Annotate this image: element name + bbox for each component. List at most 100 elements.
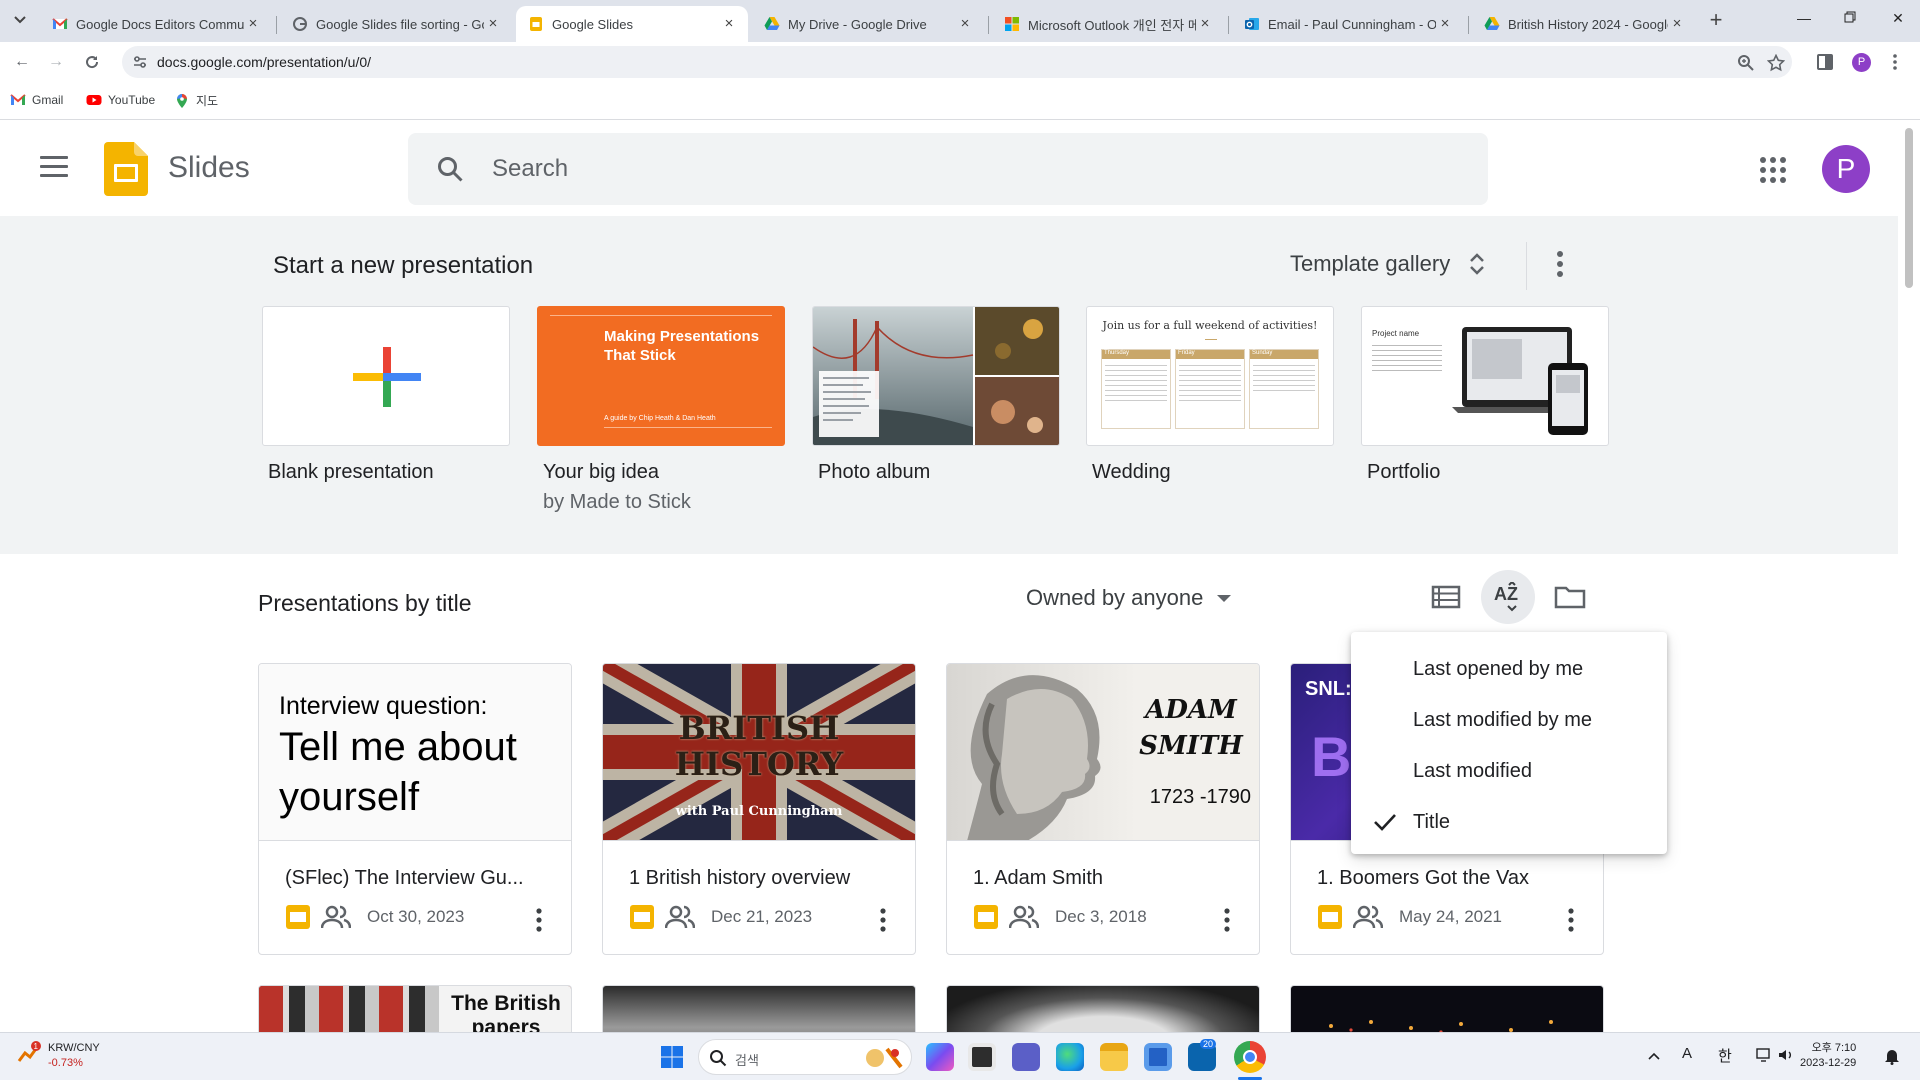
boomers-thumb-letter: B: [1311, 725, 1352, 788]
template-big-idea[interactable]: Making Presentations That Stick A guide …: [537, 306, 785, 446]
slides-logo-icon[interactable]: [104, 142, 148, 196]
windows-start-icon[interactable]: [660, 1045, 684, 1069]
taskbar-clock[interactable]: 오후 7:10 2023-12-29: [1800, 1041, 1856, 1071]
more-vert-icon[interactable]: [1556, 250, 1564, 278]
site-settings-icon[interactable]: [132, 54, 148, 70]
search-icon: [710, 1050, 727, 1067]
minimize-button[interactable]: —: [1792, 10, 1816, 30]
slides-icon: [286, 905, 310, 929]
tab-title: British History 2024 - Google: [1508, 16, 1668, 32]
ime-mode-a[interactable]: A: [1682, 1045, 1692, 1062]
chrome-profile-avatar[interactable]: P: [1852, 53, 1871, 72]
more-vert-icon[interactable]: [536, 908, 542, 932]
side-panel-icon[interactable]: [1816, 53, 1834, 71]
close-icon[interactable]: ×: [484, 15, 502, 33]
tab-search-button[interactable]: [8, 8, 32, 32]
slides-icon: [630, 905, 654, 929]
network-icon[interactable]: [1756, 1047, 1774, 1067]
sort-option-last-opened[interactable]: Last opened by me: [1351, 644, 1667, 695]
page-scrollbar[interactable]: [1898, 120, 1920, 1032]
bookmark-star-icon[interactable]: [1767, 54, 1785, 72]
edge-browser-icon[interactable]: [1056, 1043, 1084, 1071]
template-heading: Start a new presentation: [273, 252, 534, 279]
chrome-taskbar-icon[interactable]: [1234, 1041, 1266, 1073]
list-view-icon[interactable]: [1428, 579, 1464, 615]
more-vert-icon[interactable]: [880, 908, 886, 932]
bookmark-maps[interactable]: 지도: [174, 92, 218, 109]
scrollbar-thumb[interactable]: [1905, 128, 1913, 288]
presentation-name: (SFlec) The Interview Gu...: [285, 867, 524, 889]
search-icon[interactable]: [436, 155, 464, 183]
close-icon[interactable]: ×: [720, 15, 738, 33]
template-portfolio[interactable]: Project name: [1361, 306, 1609, 446]
new-tab-button[interactable]: +: [1704, 9, 1728, 33]
sort-options-button[interactable]: A Z: [1481, 570, 1535, 624]
zoom-icon[interactable]: [1737, 54, 1755, 72]
close-icon[interactable]: ×: [1668, 15, 1686, 33]
microsoft-store-icon[interactable]: [1144, 1043, 1172, 1071]
windows-taskbar: 1 KRW/CNY -0.73% 검색 20 A 한 오후 7:10 2023-…: [0, 1032, 1920, 1080]
presentation-card-adam-smith[interactable]: ADAM SMITH 1723 -1790 1. Adam Smith Dec …: [946, 663, 1260, 955]
teams-chat-icon[interactable]: [1012, 1043, 1040, 1071]
show-hidden-icons[interactable]: [1648, 1047, 1660, 1064]
copilot-icon[interactable]: [926, 1043, 954, 1071]
browser-tab-file-sorting[interactable]: Google Slides file sorting - Google ×: [280, 6, 512, 42]
shared-people-icon: [1009, 905, 1039, 929]
google-apps-icon[interactable]: [1760, 157, 1786, 183]
stock-widget[interactable]: 1 KRW/CNY -0.73%: [16, 1041, 100, 1071]
close-icon[interactable]: ×: [244, 15, 262, 33]
address-bar[interactable]: docs.google.com/presentation/u/0/: [122, 46, 1792, 78]
browser-tab-british-history[interactable]: British History 2024 - Google ×: [1472, 6, 1696, 42]
file-explorer-icon[interactable]: [1100, 1043, 1128, 1071]
restore-button[interactable]: [1838, 10, 1862, 30]
bookmark-gmail[interactable]: Gmail: [10, 92, 63, 108]
more-vert-icon[interactable]: [1224, 908, 1230, 932]
forward-button[interactable]: →: [44, 50, 68, 74]
bookmark-label: YouTube: [108, 93, 156, 107]
sort-option-title[interactable]: Title: [1351, 797, 1667, 848]
template-name: Portfolio: [1367, 461, 1441, 483]
browser-tab-outlook-email[interactable]: Email - Paul Cunningham - Outlook ×: [1232, 6, 1464, 42]
template-photo-album[interactable]: [812, 306, 1060, 446]
browser-tab-my-drive[interactable]: My Drive - Google Drive ×: [752, 6, 984, 42]
close-icon[interactable]: ×: [956, 15, 974, 33]
notifications-icon[interactable]: [1884, 1047, 1900, 1069]
restore-icon: [1844, 11, 1856, 23]
monitor-network-icon: [1756, 1048, 1770, 1062]
presentation-card-british-history[interactable]: BRITISH HISTORY with Paul Cunningham 1 B…: [602, 663, 916, 955]
close-icon[interactable]: ×: [1196, 15, 1214, 33]
browser-tab-strip: Google Docs Editors Community × Google S…: [0, 0, 1920, 42]
close-icon[interactable]: ×: [1436, 15, 1454, 33]
reload-button[interactable]: [80, 50, 104, 74]
main-menu-icon[interactable]: [40, 156, 68, 178]
browser-tab-outlook-personal[interactable]: Microsoft Outlook 개인 전자 메일 ×: [992, 6, 1224, 42]
ime-mode-hangul[interactable]: 한: [1718, 1045, 1732, 1066]
taskbar-search-label: 검색: [735, 1053, 759, 1068]
stock-chart-icon: 1: [17, 1041, 41, 1062]
owner-filter-dropdown[interactable]: Owned by anyone: [1026, 585, 1232, 611]
sort-az-icon: A Z: [1494, 582, 1518, 612]
template-wedding[interactable]: Join us for a full weekend of activities…: [1086, 306, 1334, 446]
presentation-thumbnail: ADAM SMITH 1723 -1790: [947, 664, 1259, 841]
presentation-card-interview[interactable]: Interview question: Tell me about yourse…: [258, 663, 572, 955]
taskbar-search[interactable]: 검색: [698, 1039, 912, 1075]
sort-option-last-modified[interactable]: Last modified: [1351, 746, 1667, 797]
browser-tab-google-slides[interactable]: Google Slides ×: [516, 6, 748, 42]
template-gallery-button[interactable]: Template gallery: [1290, 250, 1486, 278]
bookmark-youtube[interactable]: YouTube: [86, 92, 155, 108]
volume-icon[interactable]: [1778, 1047, 1794, 1067]
folder-icon[interactable]: [1552, 579, 1588, 615]
browser-tab-docs-community[interactable]: Google Docs Editors Community ×: [40, 6, 272, 42]
chrome-menu-icon[interactable]: [1890, 52, 1900, 72]
search-input[interactable]: [492, 151, 1452, 187]
account-avatar[interactable]: P: [1822, 145, 1870, 193]
google-g-icon: [293, 17, 307, 31]
device-mockup-icon: [1452, 327, 1588, 435]
sort-option-last-modified-by-me[interactable]: Last modified by me: [1351, 695, 1667, 746]
more-vert-icon[interactable]: [1568, 908, 1574, 932]
template-blank[interactable]: [262, 306, 510, 446]
slides-header: Slides P: [0, 120, 1898, 216]
window-close-button[interactable]: ✕: [1886, 10, 1910, 30]
back-button[interactable]: ←: [10, 50, 34, 74]
task-view-icon[interactable]: [968, 1043, 996, 1071]
